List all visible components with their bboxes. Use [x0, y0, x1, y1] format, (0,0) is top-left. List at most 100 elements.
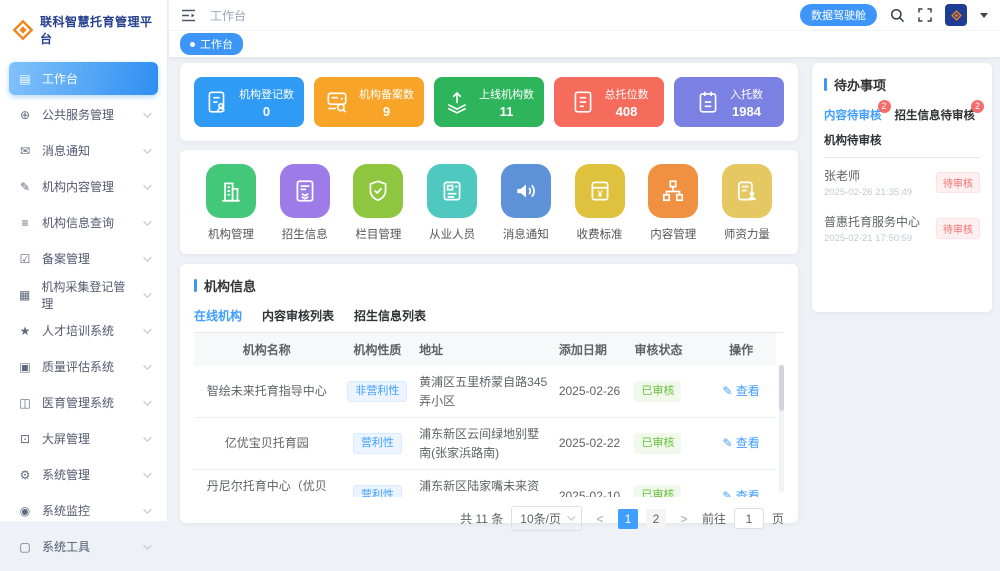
count-badge: 2: [878, 100, 891, 113]
collapse-sidebar-icon[interactable]: [181, 9, 196, 22]
col-status: 审核状态: [630, 333, 706, 366]
stat-value: 11: [500, 104, 514, 119]
col-action: 操作: [706, 333, 776, 366]
page-button-2[interactable]: 2: [646, 509, 666, 529]
stat-label: 机构备案数: [359, 86, 414, 102]
sidebar-item-talent-training[interactable]: ★ 人才培训系统: [9, 314, 158, 347]
building-icon: [206, 164, 256, 218]
quick-staff[interactable]: 从业人员: [421, 164, 483, 242]
stat-value: 9: [383, 104, 390, 119]
page-size-select[interactable]: 10条/页: [511, 506, 582, 531]
sidebar-item-public-service[interactable]: ⊕ 公共服务管理: [9, 98, 158, 131]
table-scrollbar-thumb[interactable]: [779, 365, 784, 411]
stat-label: 总托位数: [605, 86, 649, 102]
speaker-icon: [501, 164, 551, 218]
logo-diamond-icon: [12, 19, 34, 41]
chevron-down-icon: [143, 289, 151, 297]
next-page-button[interactable]: >: [674, 509, 694, 529]
page-button-1[interactable]: 1: [618, 509, 638, 529]
count-badge: 2: [971, 100, 984, 113]
quick-column-manage[interactable]: 栏目管理: [347, 164, 409, 242]
tab-admission-info-list[interactable]: 招生信息列表: [354, 307, 426, 324]
sidebar-item-content-manage[interactable]: ✎ 机构内容管理: [9, 170, 158, 203]
prev-page-button[interactable]: <: [590, 509, 610, 529]
todo-panel: 待办事项 内容待审核 2 招生信息待审核 2 机构待审核 张老师 2025-02…: [812, 63, 992, 312]
view-link[interactable]: ✎ 查看: [722, 436, 759, 450]
table-scrollbar: [779, 365, 784, 493]
cell-date: 2025-02-22: [555, 418, 631, 470]
quick-fee-standard[interactable]: ¥ 收费标准: [569, 164, 631, 242]
institutions-tabs: 在线机构 内容审核列表 招生信息列表: [194, 307, 784, 333]
sidebar-item-workbench[interactable]: ▤ 工作台: [9, 62, 158, 95]
tab-institution-pending[interactable]: 机构待审核: [824, 132, 882, 148]
title-accent-bar: [194, 279, 197, 292]
cell-address: 黄浦区五里桥蒙自路345弄小区: [415, 366, 555, 418]
todo-item-name: 张老师: [824, 167, 912, 184]
sidebar: 联科智慧托育管理平台 ▤ 工作台 ⊕ 公共服务管理 ✉ 消息通知 ✎ 机构内容管…: [0, 0, 168, 521]
todo-list-item[interactable]: 普惠托育服务中心 2025-02-21 17:50:59 待审核: [824, 204, 980, 250]
view-link[interactable]: ✎ 查看: [722, 489, 759, 497]
monitor-icon: ⊡: [18, 432, 32, 446]
sidebar-item-label: 大屏管理: [42, 430, 90, 447]
sidebar-item-quality-eval[interactable]: ▣ 质量评估系统: [9, 350, 158, 383]
tab-workbench[interactable]: 工作台: [180, 33, 243, 55]
chevron-down-icon: [143, 541, 151, 549]
sidebar-item-info-query[interactable]: ≡ 机构信息查询: [9, 206, 158, 239]
stat-card-enrolled: 入托数 1984: [674, 77, 784, 127]
fullscreen-icon[interactable]: [918, 8, 932, 22]
tab-online-institutions[interactable]: 在线机构: [194, 307, 242, 324]
upload-layers-icon: [444, 89, 470, 115]
doc-layers-icon: [280, 164, 330, 218]
data-cockpit-button[interactable]: 数据驾驶舱: [800, 4, 877, 26]
stat-card-online: 上线机构数 11: [434, 77, 544, 127]
nature-badge: 营利性: [353, 485, 402, 497]
todo-item-name: 普惠托育服务中心: [824, 213, 920, 230]
sidebar-item-medical-care[interactable]: ◫ 医育管理系统: [9, 386, 158, 419]
stat-card-registered: 机构登记数 0: [194, 77, 304, 127]
stat-value: 0: [263, 104, 270, 119]
doc-person-icon: [204, 89, 230, 115]
quick-admission-info[interactable]: 招生信息: [274, 164, 336, 242]
sidebar-item-notifications[interactable]: ✉ 消息通知: [9, 134, 158, 167]
sidebar-item-system-monitor[interactable]: ◉ 系统监控: [9, 494, 158, 527]
todo-list-item[interactable]: 张老师 2025-02-26 21:35:49 待审核: [824, 158, 980, 204]
tab-admission-pending[interactable]: 招生信息待审核 2: [895, 107, 976, 123]
tab-content-review-list[interactable]: 内容审核列表: [262, 307, 334, 324]
quick-actions-panel: 机构管理 招生信息 栏目管理: [180, 150, 798, 254]
quick-teacher-resources[interactable]: 师资力量: [716, 164, 778, 242]
sidebar-item-big-screen[interactable]: ⊡ 大屏管理: [9, 422, 158, 455]
tab-content-pending[interactable]: 内容待审核 2: [824, 107, 882, 123]
stat-card-capacity: 总托位数 408: [554, 77, 664, 127]
app-title: 联科智慧托育管理平台: [40, 13, 159, 47]
chevron-down-icon: [143, 217, 151, 225]
checkbox-icon: ☑: [18, 252, 32, 266]
quick-content-manage[interactable]: 内容管理: [642, 164, 704, 242]
sidebar-item-system-manage[interactable]: ⚙ 系统管理: [9, 458, 158, 491]
search-icon[interactable]: [890, 8, 905, 23]
user-avatar[interactable]: [945, 4, 967, 26]
sitemap-icon: [648, 164, 698, 218]
svg-text:¥: ¥: [597, 189, 603, 199]
pending-badge: 待审核: [936, 172, 980, 193]
page-unit-label: 页: [772, 510, 784, 527]
sidebar-item-system-tools[interactable]: ▢ 系统工具: [9, 530, 158, 563]
pagination: 共 11 条 10条/页 < 1 2 > 前往 页: [194, 506, 784, 531]
sidebar-item-filing-manage[interactable]: ☑ 备案管理: [9, 242, 158, 275]
title-accent-bar: [824, 78, 827, 91]
total-count: 共 11 条: [460, 510, 503, 527]
sidebar-item-collection-registry[interactable]: ▦ 机构采集登记管理: [9, 278, 158, 311]
quick-label: 师资力量: [724, 226, 770, 242]
toolbox-icon: ▢: [18, 540, 32, 554]
chevron-down-icon: [143, 325, 151, 333]
quick-notifications[interactable]: 消息通知: [495, 164, 557, 242]
quick-label: 收费标准: [577, 226, 623, 242]
goto-page-input[interactable]: [734, 508, 764, 529]
public-service-icon: ⊕: [18, 108, 32, 122]
todo-title: 待办事项: [834, 75, 886, 94]
user-menu-caret-icon[interactable]: [980, 13, 988, 18]
view-link[interactable]: ✎ 查看: [722, 384, 759, 398]
stat-card-filed: 机构备案数 9: [314, 77, 424, 127]
institutions-title: 机构信息: [204, 276, 256, 295]
quick-institution-manage[interactable]: 机构管理: [200, 164, 262, 242]
institutions-table: 机构名称 机构性质 地址 添加日期 审核状态 操作 智绘未来托育指导中心 非营利…: [194, 333, 776, 497]
